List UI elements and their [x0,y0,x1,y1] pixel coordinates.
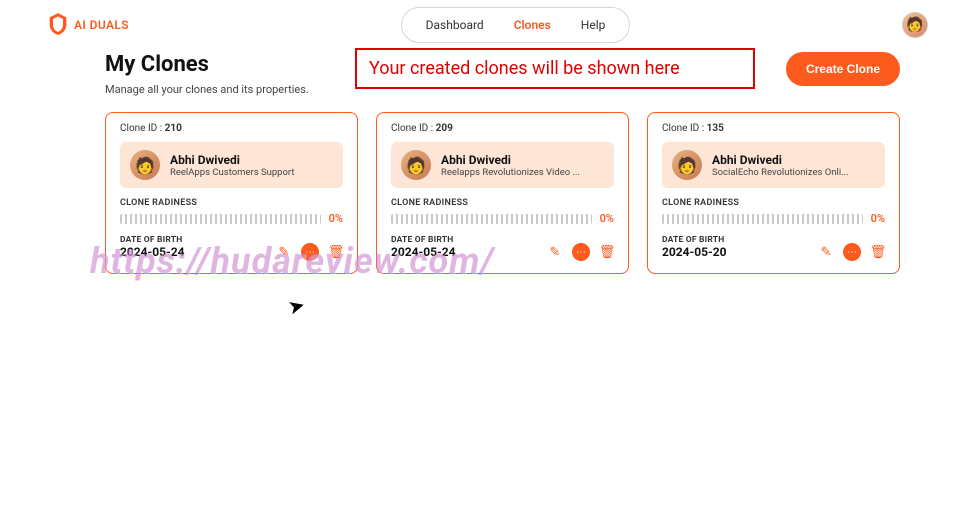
owner-role: Reelapps Revolutionizes Video ... [441,167,580,178]
readiness-value: 0% [329,212,343,225]
owner-role: SocialEcho Revolutionizes Onli... [712,167,849,178]
readiness-ticks [391,214,592,224]
owner-avatar: 🧑 [672,150,702,180]
readiness-label: CLONE RADINESS [662,198,885,208]
chat-icon[interactable]: ⋯ [301,243,319,261]
readiness-ticks [120,214,321,224]
clone-card: Clone ID : 210 🧑 Abhi Dwivedi ReelApps C… [105,112,358,274]
main-nav: Dashboard Clones Help [401,7,631,43]
chat-icon[interactable]: ⋯ [572,243,590,261]
card-actions: ✎ ⋯ 🗑 [546,243,616,261]
clone-card: Clone ID : 209 🧑 Abhi Dwivedi Reelapps R… [376,112,629,274]
card-actions: ✎ ⋯ 🗑 [275,243,345,261]
readiness-ticks [662,214,863,224]
card-actions: ✎ ⋯ 🗑 [817,243,887,261]
clone-owner: 🧑 Abhi Dwivedi ReelApps Customers Suppor… [120,142,343,188]
annotation-callout: Your created clones will be shown here [355,48,755,89]
edit-icon[interactable]: ✎ [275,243,293,261]
readiness-label: CLONE RADINESS [120,198,343,208]
owner-avatar: 🧑 [130,150,160,180]
brand-logo-icon [48,12,68,39]
cursor-icon: ➤ [285,292,307,320]
readiness-label: CLONE RADINESS [391,198,614,208]
annotation-text: Your created clones will be shown here [369,58,680,79]
readiness-value: 0% [600,212,614,225]
readiness-value: 0% [871,212,885,225]
readiness-bar: 0% [120,212,343,225]
owner-role: ReelApps Customers Support [170,167,295,178]
delete-icon[interactable]: 🗑 [327,243,345,261]
owner-name: Abhi Dwivedi [712,153,849,167]
create-clone-button[interactable]: Create Clone [786,52,900,86]
page-title: My Clones [105,52,335,77]
readiness-bar: 0% [662,212,885,225]
delete-icon[interactable]: 🗑 [598,243,616,261]
readiness-bar: 0% [391,212,614,225]
delete-icon[interactable]: 🗑 [869,243,887,261]
owner-avatar: 🧑 [401,150,431,180]
clone-id: Clone ID : 209 [391,123,614,134]
nav-help[interactable]: Help [567,12,620,38]
edit-icon[interactable]: ✎ [546,243,564,261]
top-bar: AI DUALS Dashboard Clones Help 🧑 [0,0,960,42]
clones-grid: Clone ID : 210 🧑 Abhi Dwivedi ReelApps C… [0,96,960,274]
title-block: My Clones Manage all your clones and its… [105,52,335,96]
clone-owner: 🧑 Abhi Dwivedi SocialEcho Revolutionizes… [662,142,885,188]
user-avatar[interactable]: 🧑 [902,12,928,38]
brand-name: AI DUALS [74,18,129,32]
owner-name: Abhi Dwivedi [441,153,580,167]
clone-card: Clone ID : 135 🧑 Abhi Dwivedi SocialEcho… [647,112,900,274]
clone-id: Clone ID : 210 [120,123,343,134]
edit-icon[interactable]: ✎ [817,243,835,261]
owner-name: Abhi Dwivedi [170,153,295,167]
page-subtitle: Manage all your clones and its propertie… [105,83,335,96]
page-header: My Clones Manage all your clones and its… [0,42,960,96]
chat-icon[interactable]: ⋯ [843,243,861,261]
clone-id: Clone ID : 135 [662,123,885,134]
brand-logo: AI DUALS [48,12,129,39]
clone-owner: 🧑 Abhi Dwivedi Reelapps Revolutionizes V… [391,142,614,188]
nav-dashboard[interactable]: Dashboard [412,12,498,38]
nav-clones[interactable]: Clones [500,12,565,38]
